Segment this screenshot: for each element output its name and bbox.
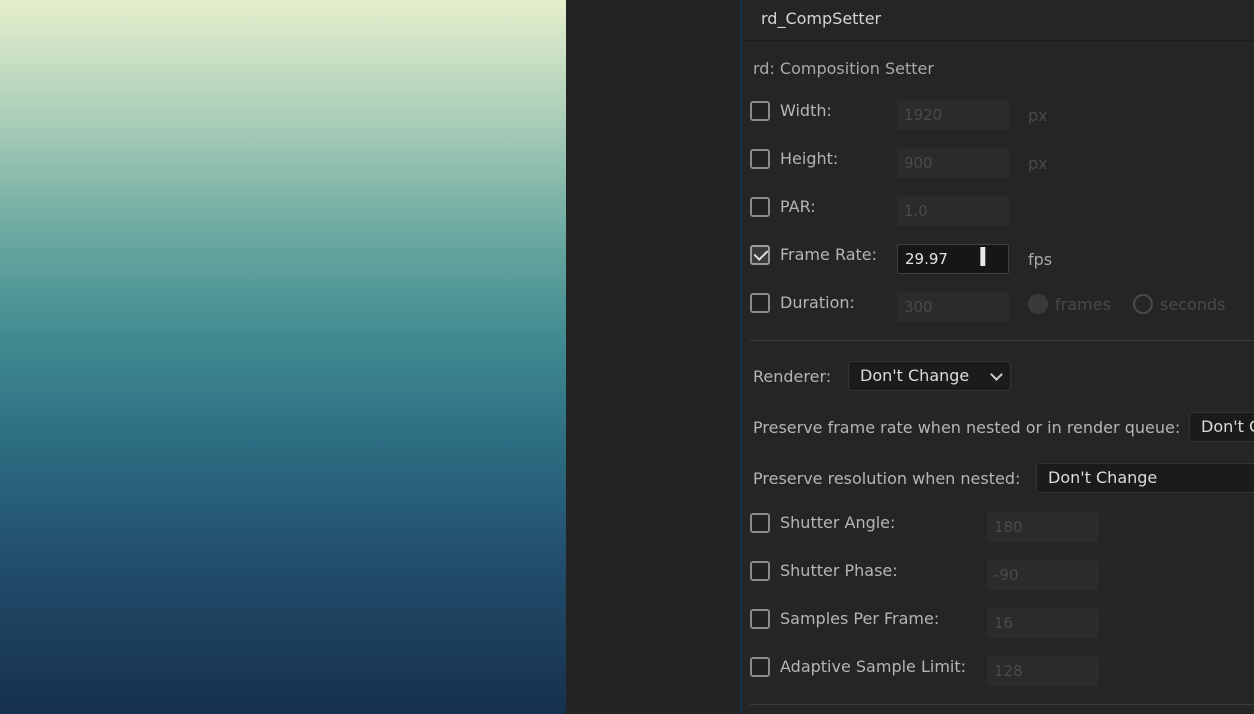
- frames-radio-label: frames: [1055, 295, 1111, 314]
- par-label: PAR:: [780, 197, 816, 216]
- width-label: Width:: [780, 101, 832, 120]
- text-cursor-icon: I: [978, 243, 988, 273]
- preserve-frame-rate-dropdown[interactable]: Don't C: [1189, 412, 1254, 442]
- shutter-angle-label: Shutter Angle:: [780, 513, 896, 532]
- preserve-frame-rate-label: Preserve frame rate when nested or in re…: [753, 418, 1181, 437]
- duration-label: Duration:: [780, 293, 855, 312]
- panel-heading: rd: Composition Setter: [753, 59, 934, 78]
- panel-title: rd_CompSetter: [761, 9, 882, 28]
- samples-per-frame-label: Samples Per Frame:: [780, 609, 940, 628]
- renderer-dropdown[interactable]: Don't Change: [848, 361, 1011, 391]
- shutter-angle-checkbox[interactable]: [750, 513, 770, 533]
- adaptive-sample-limit-field[interactable]: 128: [987, 656, 1099, 686]
- samples-per-frame-checkbox[interactable]: [750, 609, 770, 629]
- par-field[interactable]: 1.0: [897, 196, 1009, 226]
- shutter-phase-checkbox[interactable]: [750, 561, 770, 581]
- frame-rate-label: Frame Rate:: [780, 245, 878, 264]
- preserve-resolution-value: Don't Change: [1048, 468, 1158, 487]
- width-checkbox[interactable]: [750, 101, 770, 121]
- frames-radio[interactable]: [1028, 294, 1048, 314]
- width-field[interactable]: 1920: [897, 100, 1009, 130]
- renderer-label: Renderer:: [753, 367, 832, 386]
- frame-rate-field[interactable]: 29.97: [897, 244, 1009, 274]
- bottom-separator: [750, 704, 1254, 705]
- section-separator: [750, 340, 1254, 341]
- adaptive-sample-limit-label: Adaptive Sample Limit:: [780, 657, 967, 676]
- preserve-resolution-label: Preserve resolution when nested:: [753, 469, 1021, 488]
- width-unit: px: [1028, 106, 1048, 125]
- adaptive-sample-limit-checkbox[interactable]: [750, 657, 770, 677]
- par-checkbox[interactable]: [750, 197, 770, 217]
- height-unit: px: [1028, 154, 1048, 173]
- frame-rate-checkbox[interactable]: [750, 245, 770, 265]
- seconds-radio-label: seconds: [1160, 295, 1226, 314]
- shutter-phase-label: Shutter Phase:: [780, 561, 898, 580]
- viewer-gutter: [566, 0, 740, 714]
- preserve-resolution-dropdown[interactable]: Don't Change: [1036, 463, 1254, 493]
- renderer-value: Don't Change: [860, 366, 970, 385]
- samples-per-frame-field[interactable]: 16: [987, 608, 1099, 638]
- chevron-down-icon: [990, 368, 1003, 381]
- seconds-radio[interactable]: [1133, 294, 1153, 314]
- height-checkbox[interactable]: [750, 149, 770, 169]
- shutter-angle-field[interactable]: 180: [987, 512, 1099, 542]
- preserve-frame-rate-value: Don't C: [1201, 417, 1254, 436]
- duration-field[interactable]: 300: [897, 292, 1009, 322]
- composition-preview: [0, 0, 566, 714]
- frame-rate-unit: fps: [1028, 250, 1053, 269]
- duration-checkbox[interactable]: [750, 293, 770, 313]
- height-field[interactable]: 900: [897, 148, 1009, 178]
- panel-tab[interactable]: rd_CompSetter: [742, 0, 1254, 41]
- comp-setter-panel: rd_CompSetter rd: Composition Setter Wid…: [742, 0, 1254, 714]
- shutter-phase-field[interactable]: -90: [987, 560, 1099, 590]
- height-label: Height:: [780, 149, 839, 168]
